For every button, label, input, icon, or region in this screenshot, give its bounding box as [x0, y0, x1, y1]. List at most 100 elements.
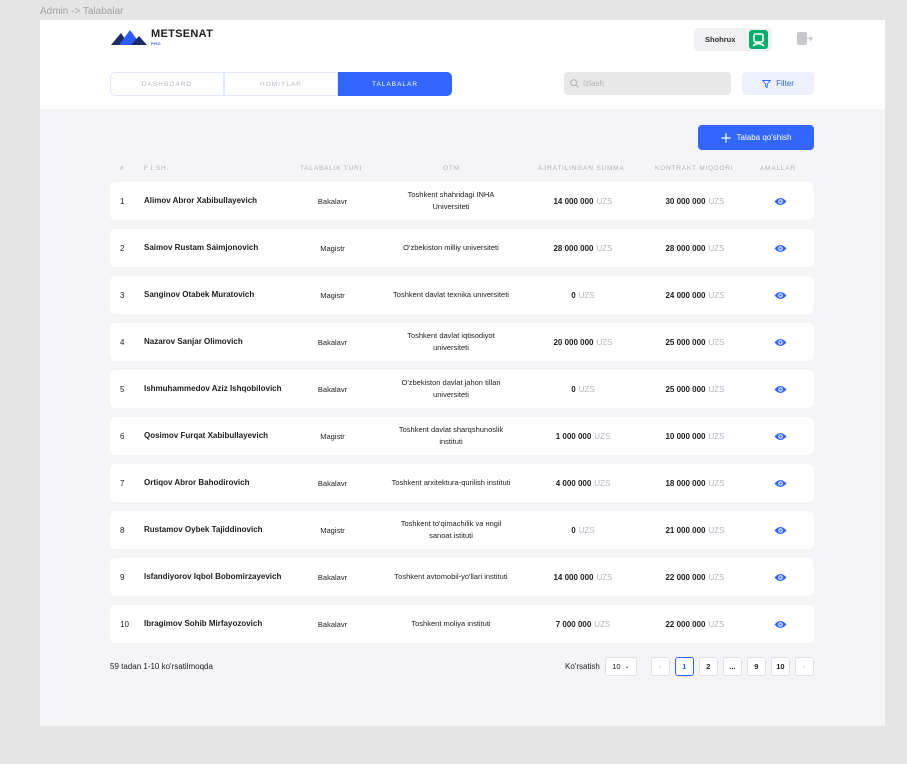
contract-value: 10 000 000 [665, 431, 706, 441]
row-number: 10 [120, 619, 129, 629]
table-row[interactable]: 2 Saimov Rustam Saimjonovich Magistr O'zbek… [110, 229, 814, 267]
page-button-9[interactable]: 9 [746, 657, 766, 676]
student-otm: Toshkent davlat texnika universiteti [393, 290, 509, 299]
currency-label: UZS [708, 337, 725, 347]
eye-icon [774, 526, 786, 534]
table-row[interactable]: 3 Sanginov Otabek Muratovich Magistr Toshke… [110, 276, 814, 314]
student-name[interactable]: Ishmuhammedov Aziz Ishqobilovich [144, 370, 284, 408]
row-number: 7 [120, 478, 125, 488]
table-row[interactable]: 10 Ibragimov Sohib Mirfayozovich Bakalavr T… [110, 605, 814, 643]
allocated-amount: 4 000 000 UZS [528, 464, 638, 502]
table-row[interactable]: 6 Qosimov Furqat Xabibullayevich Magistr To… [110, 417, 814, 455]
per-page-select[interactable]: 10 ⌄ [604, 657, 637, 676]
student-otm: Toshkent arxitektura-qurilish instituti [391, 478, 511, 487]
tab-dashboard[interactable]: DASHBOARD [110, 72, 224, 96]
student-type: Bakalavr [317, 619, 348, 629]
row-number: 4 [120, 337, 125, 347]
student-name[interactable]: Ortiqov Abror Bahodirovich [144, 464, 284, 502]
page-button-2[interactable]: 2 [698, 657, 718, 676]
prev-page-button[interactable]: ‹ [650, 657, 670, 676]
column-header-otm: OTM [443, 165, 460, 172]
contract-value: 18 000 000 [665, 478, 706, 488]
eye-icon [774, 338, 786, 346]
contract-amount: 10 000 000 UZS [640, 417, 750, 455]
student-type: Bakalavr [317, 337, 348, 347]
page-button-1[interactable]: 1 [674, 657, 694, 676]
currency-label: UZS [708, 619, 725, 629]
allocated-value: 0 [571, 384, 576, 394]
student-name[interactable]: Rustamov Oybek Tajiddinovich [144, 511, 284, 549]
view-button[interactable] [770, 511, 790, 549]
student-name[interactable]: Nazarov Sanjar Olimovich [144, 323, 284, 361]
view-button[interactable] [770, 229, 790, 267]
allocated-value: 1 000 000 [555, 431, 592, 441]
metsenat-logo-icon [111, 30, 147, 45]
view-button[interactable] [770, 276, 790, 314]
view-button[interactable] [770, 605, 790, 643]
column-header-allocated: Ajratilingan summa [538, 165, 625, 172]
contract-value: 28 000 000 [665, 243, 706, 253]
table-row[interactable]: 1 Alimov Abror Xabibullayevich Bakalavr Tos… [110, 182, 814, 220]
tab-talabalar[interactable]: TALABALAR [338, 72, 452, 96]
view-button[interactable] [770, 182, 790, 220]
currency-label: UZS [596, 196, 613, 206]
brand-name: METSENAT PRO [151, 28, 214, 47]
contract-amount: 21 000 000 UZS [640, 511, 750, 549]
allocated-amount: 14 000 000 UZS [528, 558, 638, 596]
logout-button[interactable] [797, 32, 813, 50]
allocated-amount: 0 UZS [528, 276, 638, 314]
table-row[interactable]: 5 Ishmuhammedov Aziz Ishqobilovich Bakalav… [110, 370, 814, 408]
allocated-value: 28 000 000 [553, 243, 594, 253]
contract-amount: 28 000 000 UZS [640, 229, 750, 267]
allocated-value: 0 [571, 290, 576, 300]
contract-amount: 22 000 000 UZS [640, 605, 750, 643]
student-name[interactable]: Alimov Abror Xabibullayevich [144, 182, 284, 220]
filter-button[interactable]: Filter [742, 72, 814, 95]
eye-icon [774, 291, 786, 299]
student-otm: Toshkent shahridagi INHA Universiteti [407, 190, 495, 211]
pagination: Ko'rsatish 10 ⌄ ‹ 1 2 ... 9 10 › [565, 657, 819, 676]
view-button[interactable] [770, 558, 790, 596]
search-input[interactable] [583, 79, 723, 88]
table-row[interactable]: 8 Rustamov Oybek Tajiddinovich Magistr Tosh… [110, 511, 814, 549]
student-name[interactable]: Saimov Rustam Saimjonovich [144, 229, 284, 267]
table-row[interactable]: 4 Nazarov Sanjar Olimovich Bakalavr Toshken… [110, 323, 814, 361]
contract-amount: 22 000 000 UZS [640, 558, 750, 596]
brand-logo[interactable]: METSENAT PRO [111, 29, 213, 46]
student-name[interactable]: Ibragimov Sohib Mirfayozovich [144, 605, 284, 643]
next-page-button[interactable]: › [794, 657, 814, 676]
currency-label: UZS [708, 243, 725, 253]
tab-homiylar[interactable]: HOMIYLAR [224, 72, 338, 96]
app-frame: METSENAT PRO Shohrux DASHBOARD HOMIYLAR [40, 20, 885, 726]
currency-label: UZS [594, 478, 611, 488]
allocated-amount: 14 000 000 UZS [528, 182, 638, 220]
view-button[interactable] [770, 464, 790, 502]
table-row[interactable]: 9 Isfandiyorov Iqbol Bobomirzayevich Bakal… [110, 558, 814, 596]
page-button-10[interactable]: 10 [770, 657, 790, 676]
user-chip[interactable]: Shohrux [694, 28, 772, 51]
search-box[interactable] [564, 72, 731, 95]
view-button[interactable] [770, 417, 790, 455]
view-button[interactable] [770, 370, 790, 408]
add-student-button[interactable]: Talaba qo'shish [698, 125, 814, 150]
row-number: 9 [120, 572, 125, 582]
contract-value: 22 000 000 [665, 619, 706, 629]
student-name[interactable]: Sanginov Otabek Muratovich [144, 276, 284, 314]
allocated-value: 14 000 000 [553, 572, 594, 582]
student-name[interactable]: Qosimov Furqat Xabibullayevich [144, 417, 284, 455]
pagination-summary: 59 tadan 1-10 ko'rsatilmoqda [110, 662, 213, 671]
student-name[interactable]: Isfandiyorov Iqbol Bobomirzayevich [144, 558, 284, 596]
student-otm: Toshkent davlat sharqshunoslik instituti [398, 425, 504, 446]
student-otm: Toshkent avtomobil-yo'llari instituti [394, 572, 508, 581]
allocated-value: 14 000 000 [553, 196, 594, 206]
currency-label: UZS [578, 384, 595, 394]
page-ellipsis: ... [722, 657, 742, 676]
currency-label: UZS [708, 478, 725, 488]
add-student-label: Talaba qo'shish [736, 133, 792, 142]
view-button[interactable] [770, 323, 790, 361]
per-page-value: 10 [612, 662, 621, 671]
student-type: Bakalavr [317, 478, 348, 488]
student-otm: Toshkent to'qimachilik va нngil sanoat i… [400, 519, 502, 540]
table-row[interactable]: 7 Ortiqov Abror Bahodirovich Bakalavr Toshk… [110, 464, 814, 502]
contract-amount: 25 000 000 UZS [640, 323, 750, 361]
